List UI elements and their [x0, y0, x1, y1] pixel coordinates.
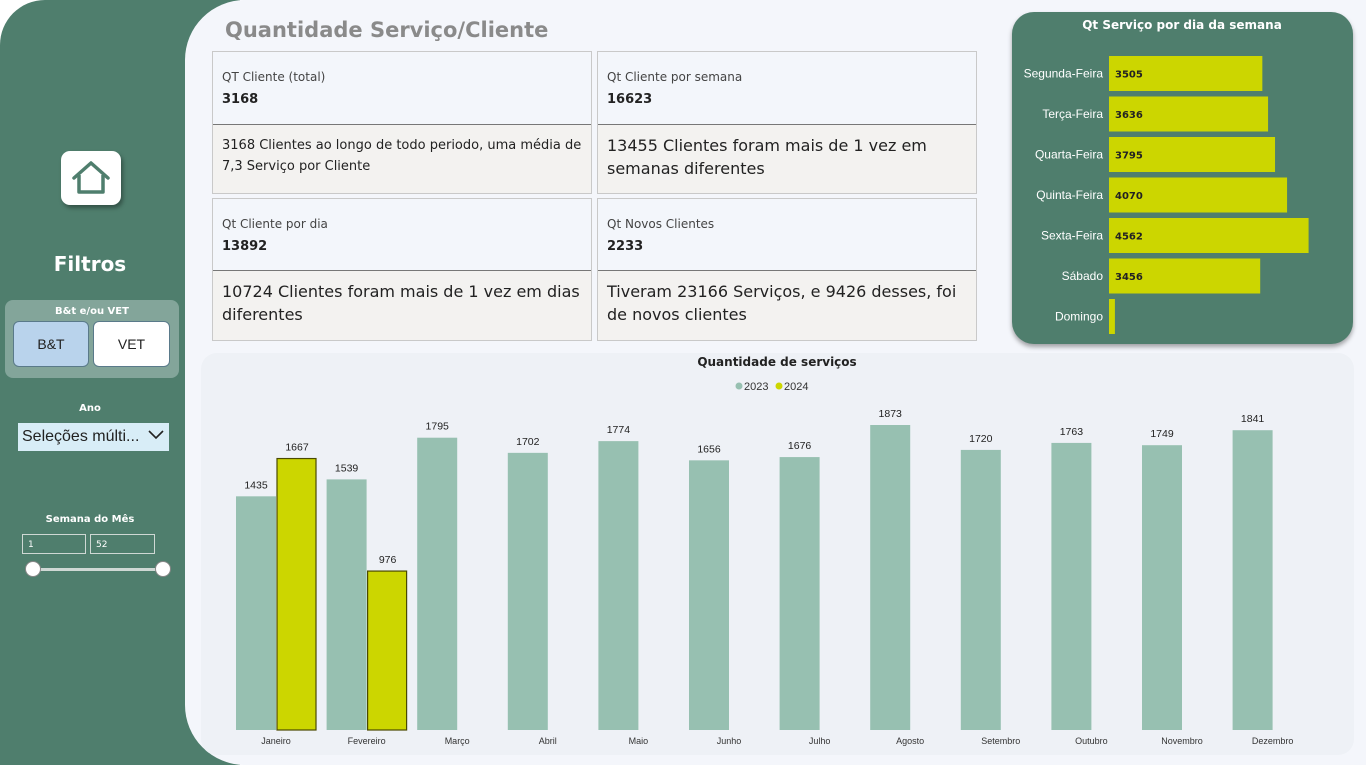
year-dropdown-value: Seleções múlti... — [22, 428, 140, 445]
weekday-chart-panel: Qt Serviço por dia da semana Segunda-Feir… — [1012, 12, 1353, 344]
weekday-data-label: 4070 — [1115, 191, 1143, 202]
weekday-tick-label: Segunda-Feira — [1024, 67, 1104, 81]
weekday-bar[interactable] — [1109, 299, 1115, 334]
card-label: QT Cliente (total) — [222, 70, 326, 84]
card-label: Qt Cliente por semana — [607, 70, 743, 84]
month-tick-label: Julho — [809, 736, 831, 746]
card-value: 13892 — [222, 239, 268, 254]
week-slider-track[interactable] — [33, 568, 163, 571]
year-slicer-title: Ano — [79, 403, 101, 414]
kpi-card-total-clients: QT Cliente (total) 3168 3168 Clientes ao… — [212, 51, 592, 194]
legend-marker — [775, 382, 783, 390]
weekday-chart: Qt Serviço por dia da semana Segunda-Feir… — [1024, 18, 1309, 334]
data-label-2023: 1720 — [969, 433, 993, 445]
data-label-2023: 1539 — [335, 462, 359, 474]
month-tick-label: Fevereiro — [348, 736, 386, 746]
card-label: Qt Cliente por dia — [222, 217, 328, 231]
month-tick-label: Setembro — [981, 736, 1020, 746]
data-label-2024: 1667 — [285, 442, 309, 454]
bar-2023[interactable] — [598, 441, 639, 730]
card-description: 13455 Clientes foram mais de 1 vez em se… — [607, 136, 927, 178]
month-tick-label: Maio — [629, 736, 649, 746]
bar-2023[interactable] — [1051, 442, 1092, 730]
monthly-chart-title: Quantidade de serviços — [697, 355, 856, 369]
home-icon — [72, 161, 110, 194]
weekday-chart-title: Qt Serviço por dia da semana — [1082, 18, 1282, 32]
card-value: 2233 — [607, 239, 644, 254]
home-button[interactable] — [61, 151, 121, 205]
monthly-chart: Quantidade de serviços 2023 2024 1435 1667 Ja… — [236, 355, 1294, 746]
month-tick-label: Abril — [539, 736, 557, 746]
bar-2023[interactable] — [779, 457, 820, 730]
weekday-data-label: 3505 — [1115, 70, 1143, 81]
weekday-tick-label: Domingo — [1055, 310, 1103, 324]
card-description: 10724 Clientes foram mais de 1 vez em di… — [222, 282, 580, 324]
data-label-2023: 1656 — [697, 443, 721, 455]
data-label-2024: 976 — [379, 554, 397, 566]
bar-2023[interactable] — [960, 449, 1001, 730]
week-slicer-title: Semana do Mês — [45, 514, 135, 525]
bar-2023[interactable] — [507, 452, 548, 730]
card-value: 3168 — [222, 92, 259, 107]
weekday-tick-label: Quinta-Feira — [1036, 188, 1103, 202]
data-label-2023: 1749 — [1150, 428, 1174, 440]
data-label-2023: 1676 — [788, 440, 812, 452]
data-label-2023: 1873 — [879, 408, 903, 420]
bar-2024[interactable] — [276, 457, 317, 731]
month-tick-label: Novembro — [1161, 736, 1203, 746]
filters-title: Filtros — [53, 252, 127, 276]
weekday-tick-label: Sexta-Feira — [1041, 229, 1103, 243]
chevron-down-icon — [148, 430, 164, 440]
kpi-card-clients-per-week: Qt Cliente por semana 16623 13455 Client… — [597, 51, 977, 194]
month-tick-label: Dezembro — [1252, 736, 1294, 746]
weekday-data-label: 3795 — [1115, 151, 1143, 162]
segment-option-vet[interactable]: VET — [93, 321, 170, 367]
weekday-tick-label: Sábado — [1062, 269, 1104, 283]
data-label-2023: 1763 — [1060, 426, 1084, 438]
month-tick-label: Agosto — [896, 736, 924, 746]
week-max-input[interactable]: 52 — [90, 534, 155, 554]
kpi-card-new-clients: Qt Novos Clientes 2233 Tiveram 23166 Ser… — [597, 198, 977, 341]
weekday-tick-label: Terça-Feira — [1042, 107, 1103, 121]
segment-slicer-title: B&t e/ou VET — [55, 306, 129, 317]
card-description: 3168 Clientes ao longo de todo periodo, … — [222, 138, 582, 174]
month-tick-label: Outubro — [1075, 736, 1108, 746]
month-tick-label: Março — [445, 736, 470, 746]
weekday-data-label: 3636 — [1115, 110, 1143, 121]
week-slider-max-handle[interactable] — [155, 561, 171, 577]
weekday-data-label: 4562 — [1115, 232, 1143, 243]
segment-option-bt[interactable]: B&T — [13, 321, 89, 367]
week-slider-min-handle[interactable] — [25, 561, 41, 577]
segment-slicer: B&t e/ou VET B&T VET — [5, 300, 179, 378]
data-label-2023: 1435 — [244, 479, 268, 491]
legend-label: 2024 — [784, 381, 808, 393]
bar-2023[interactable] — [326, 479, 367, 730]
data-label-2023: 1841 — [1241, 413, 1265, 425]
bar-2023[interactable] — [870, 425, 911, 730]
weekday-tick-label: Quarta-Feira — [1035, 148, 1103, 162]
bar-2023[interactable] — [689, 460, 729, 730]
bar-2024[interactable] — [367, 570, 408, 731]
week-min-input[interactable]: 1 — [22, 534, 86, 554]
monthly-chart-panel: Quantidade de serviços 2023 2024 1435 1667 Ja… — [201, 353, 1354, 755]
legend-label: 2023 — [744, 381, 768, 393]
card-label: Qt Novos Clientes — [607, 217, 715, 231]
bar-2023[interactable] — [236, 496, 276, 730]
bar-2023[interactable] — [1142, 445, 1182, 730]
bar-2023[interactable] — [1232, 430, 1273, 730]
card-value: 16623 — [607, 92, 653, 107]
kpi-card-clients-per-day: Qt Cliente por dia 13892 10724 Clientes … — [212, 198, 592, 341]
data-label-2023: 1774 — [607, 424, 631, 436]
year-dropdown[interactable]: Seleções múlti... — [18, 423, 169, 451]
month-tick-label: Junho — [717, 736, 742, 746]
card-description: Tiveram 23166 Serviços, e 9426 desses, f… — [607, 282, 957, 324]
bar-2023[interactable] — [417, 437, 458, 730]
legend-marker — [735, 382, 743, 390]
data-label-2023: 1795 — [426, 421, 450, 433]
month-tick-label: Janeiro — [261, 736, 291, 746]
data-label-2023: 1702 — [516, 436, 540, 448]
weekday-data-label: 3456 — [1115, 272, 1143, 283]
page-title: Quantidade Serviço/Cliente — [225, 18, 549, 42]
